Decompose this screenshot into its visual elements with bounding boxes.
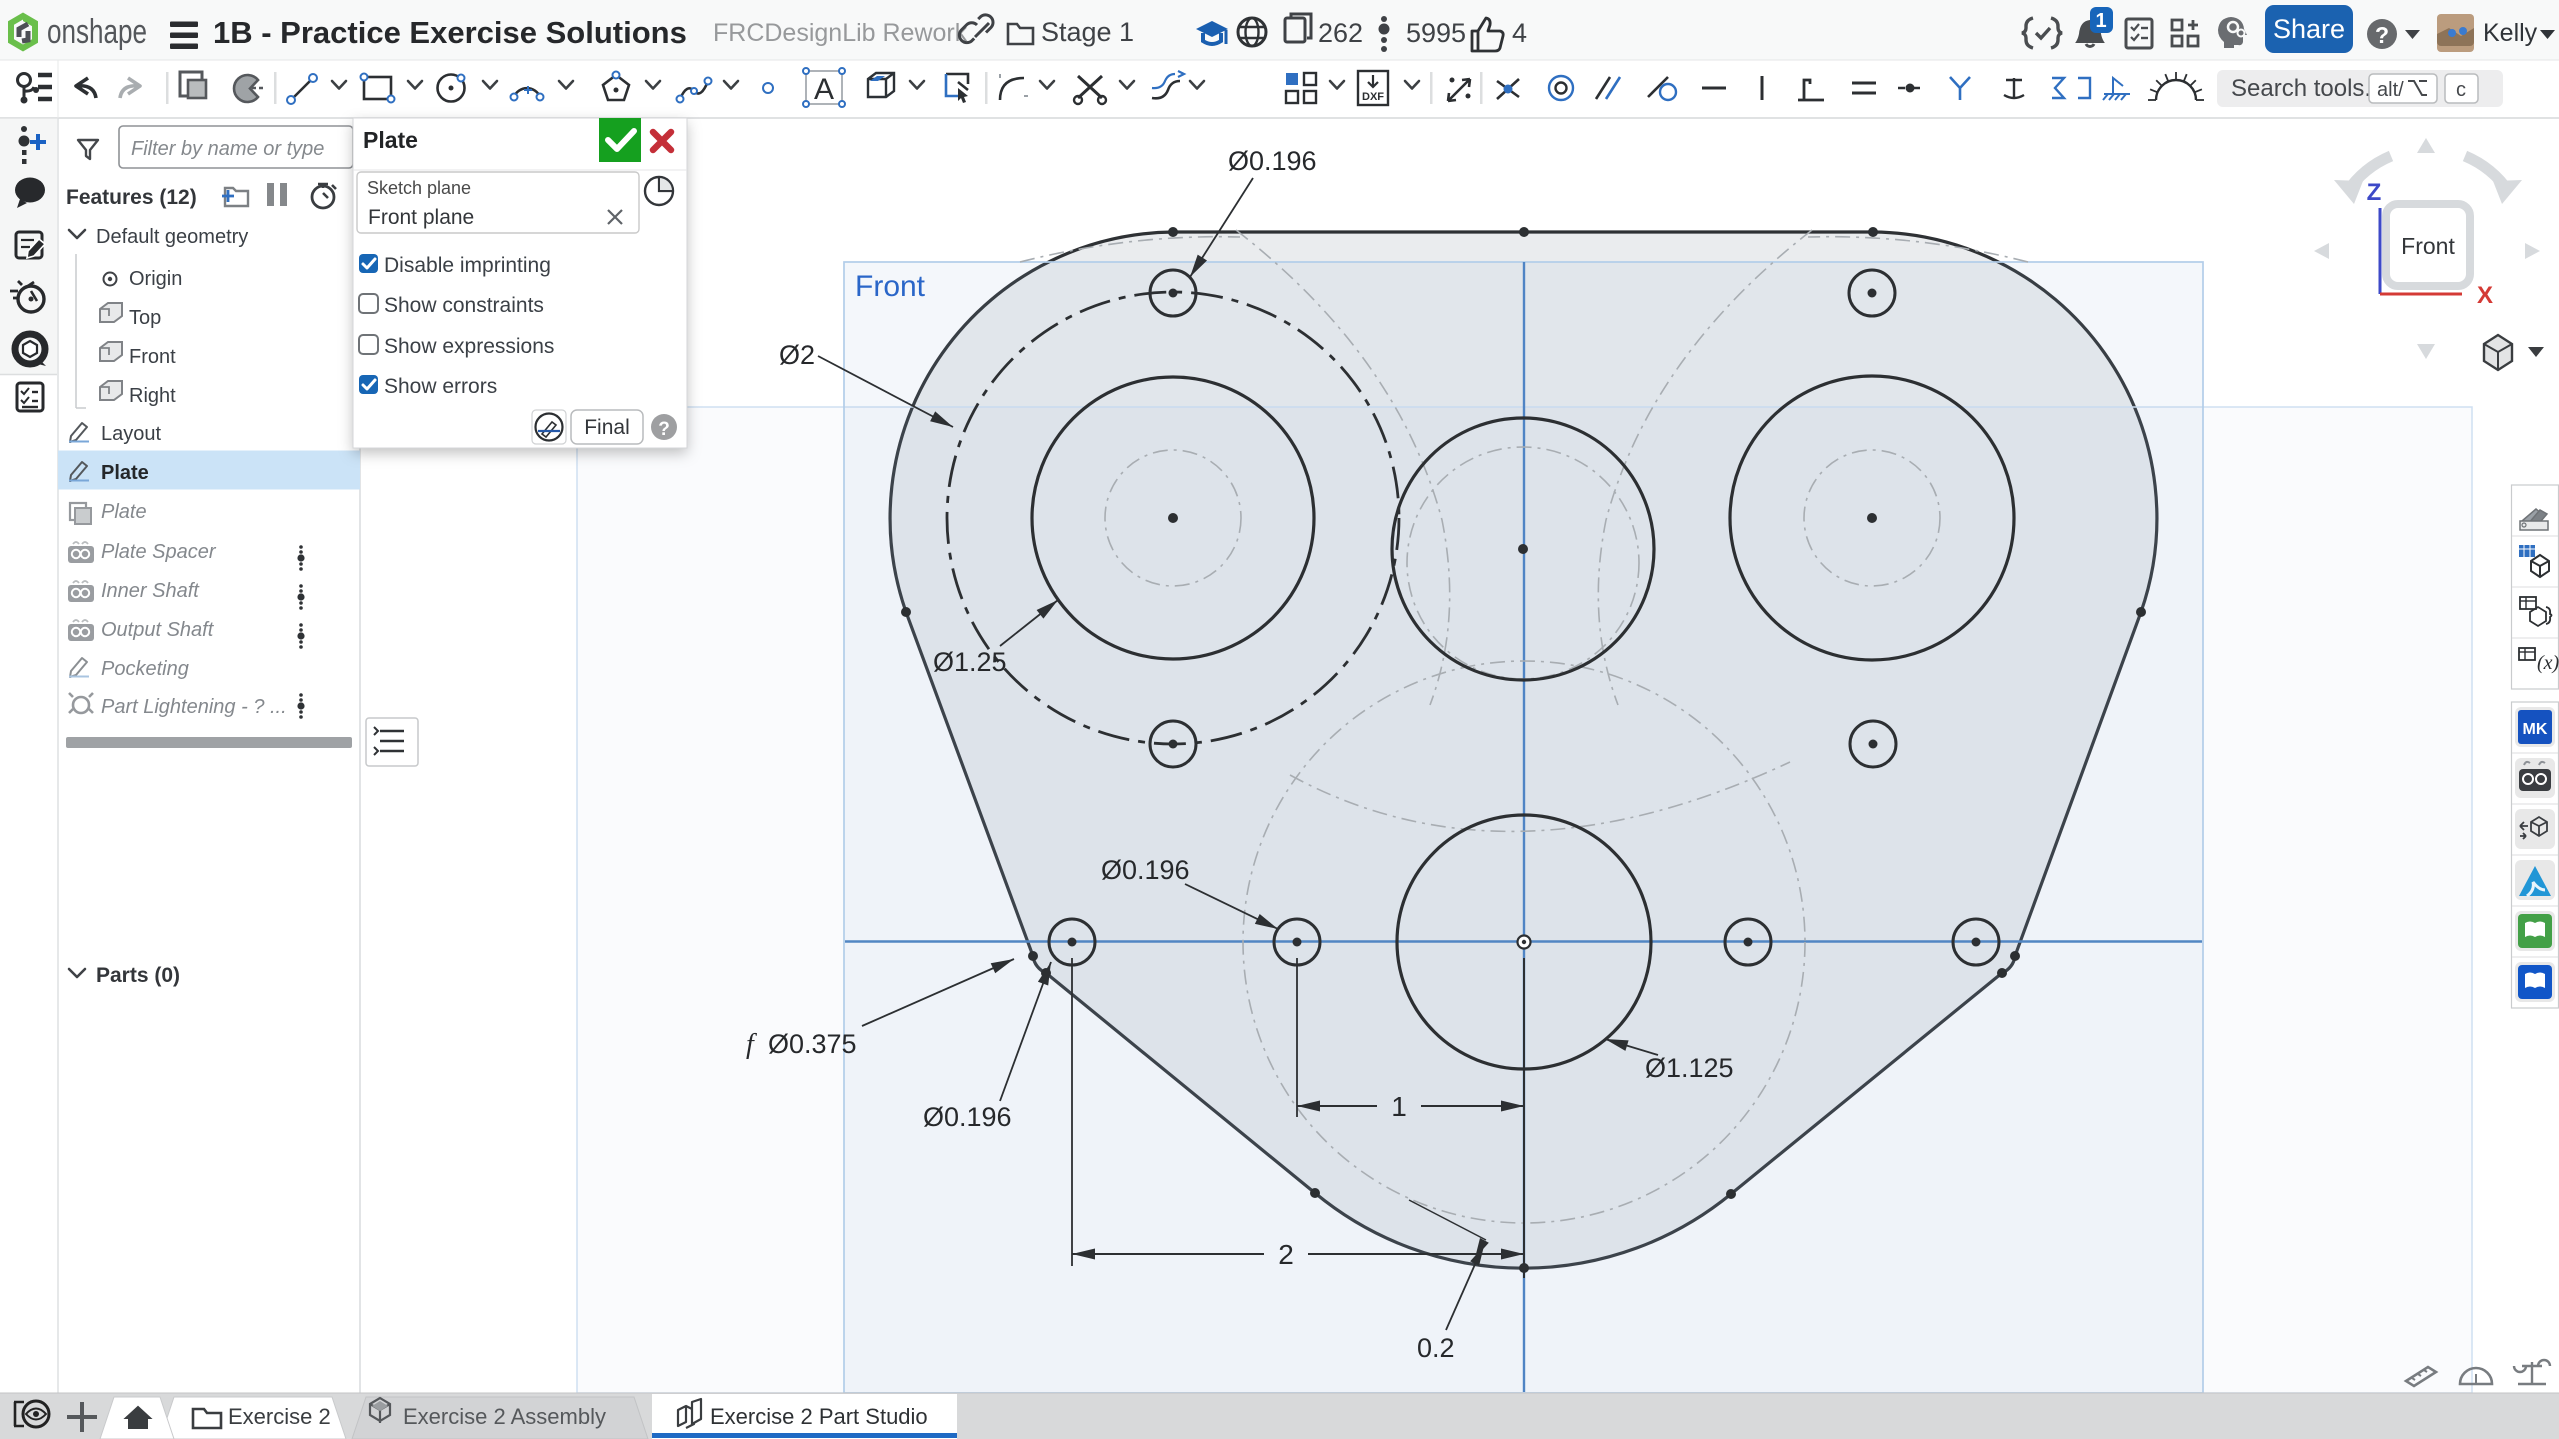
svg-text:Inner Shaft: Inner Shaft bbox=[101, 580, 200, 602]
svg-text:Top: Top bbox=[129, 307, 161, 329]
svg-text:onshape: onshape bbox=[47, 13, 147, 51]
svg-text:Output Shaft: Output Shaft bbox=[101, 619, 215, 641]
svg-text:4: 4 bbox=[1512, 18, 1527, 48]
svg-text:Z: Z bbox=[2367, 179, 2382, 206]
svg-text:(x): (x) bbox=[2537, 652, 2559, 674]
svg-text:Ø1.25: Ø1.25 bbox=[933, 647, 1007, 677]
svg-text:Front: Front bbox=[855, 270, 926, 303]
svg-text:Features (12): Features (12) bbox=[66, 186, 197, 209]
svg-text:Plate: Plate bbox=[101, 462, 149, 484]
svg-text:0.2: 0.2 bbox=[1417, 1333, 1455, 1363]
svg-text:Exercise 2: Exercise 2 bbox=[228, 1404, 331, 1429]
svg-text:5995: 5995 bbox=[1406, 18, 1466, 48]
svg-text:Plate: Plate bbox=[101, 501, 147, 523]
svg-text:2: 2 bbox=[1278, 1239, 1294, 1270]
svg-text:Show errors: Show errors bbox=[384, 375, 497, 398]
svg-text:Front plane: Front plane bbox=[368, 206, 474, 229]
svg-text:MK: MK bbox=[2523, 721, 2548, 738]
svg-text:alt/: alt/ bbox=[2377, 79, 2404, 101]
svg-text:Exercise 2 Part Studio: Exercise 2 Part Studio bbox=[710, 1404, 928, 1429]
svg-text:FRCDesignLib Rework: FRCDesignLib Rework bbox=[713, 19, 968, 47]
svg-text:Disable imprinting: Disable imprinting bbox=[384, 254, 551, 277]
svg-text:1: 1 bbox=[1391, 1091, 1407, 1122]
svg-text:X: X bbox=[2477, 282, 2493, 309]
svg-text:Front: Front bbox=[2401, 233, 2455, 259]
svg-text:Parts (0): Parts (0) bbox=[96, 964, 180, 987]
svg-text:?: ? bbox=[2375, 22, 2389, 48]
svg-text:Pocketing: Pocketing bbox=[101, 658, 189, 680]
svg-text:Origin: Origin bbox=[129, 268, 182, 290]
svg-text:Search tools...: Search tools... bbox=[2231, 75, 2384, 102]
svg-text:Ø0.375: Ø0.375 bbox=[768, 1029, 857, 1059]
svg-text:Ø0.196: Ø0.196 bbox=[1228, 146, 1317, 176]
svg-text:Ø0.196: Ø0.196 bbox=[1101, 855, 1190, 885]
svg-text:Sketch plane: Sketch plane bbox=[367, 178, 471, 198]
svg-text:1: 1 bbox=[2095, 10, 2106, 32]
svg-text:Kelly: Kelly bbox=[2483, 19, 2538, 47]
svg-text:Ø1.125: Ø1.125 bbox=[1645, 1053, 1734, 1083]
svg-text:DXF: DXF bbox=[1362, 91, 1384, 103]
svg-text:A: A bbox=[814, 73, 834, 106]
svg-text:Ø2: Ø2 bbox=[779, 340, 815, 370]
svg-text:Share: Share bbox=[2273, 14, 2345, 44]
svg-text:Plate: Plate bbox=[363, 127, 418, 153]
svg-text:Filter by name or type: Filter by name or type bbox=[131, 138, 324, 160]
svg-text:Exercise 2 Assembly: Exercise 2 Assembly bbox=[403, 1404, 606, 1429]
svg-text:c: c bbox=[2456, 79, 2466, 101]
svg-text:Show expressions: Show expressions bbox=[384, 335, 554, 358]
svg-text:Layout: Layout bbox=[101, 423, 161, 445]
svg-text:Part Lightening - ? ...: Part Lightening - ? ... bbox=[101, 696, 287, 718]
svg-text:Stage 1: Stage 1 bbox=[1041, 17, 1134, 47]
svg-text:Default geometry: Default geometry bbox=[96, 226, 248, 248]
svg-text:Front: Front bbox=[129, 346, 176, 368]
svg-text:262: 262 bbox=[1318, 18, 1363, 48]
svg-text:Right: Right bbox=[129, 385, 176, 407]
svg-text:?: ? bbox=[658, 419, 670, 440]
svg-text:Ø0.196: Ø0.196 bbox=[923, 1102, 1012, 1132]
svg-text:Plate Spacer: Plate Spacer bbox=[101, 541, 217, 563]
svg-text:Final: Final bbox=[584, 416, 630, 439]
svg-text:1B - Practice Exercise Solutio: 1B - Practice Exercise Solutions bbox=[213, 15, 687, 50]
svg-text:Show constraints: Show constraints bbox=[384, 294, 544, 317]
